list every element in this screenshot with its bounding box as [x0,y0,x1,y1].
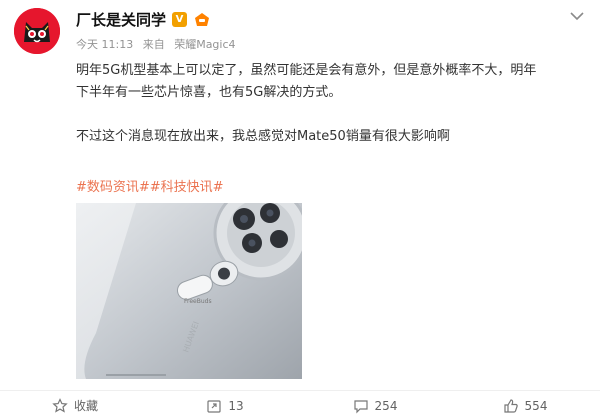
post-line: 明年5G机型基本上可以定了，虽然可能还是会有意外，但是意外概率不大，明年 [76,63,537,78]
post-body: 明年5G机型基本上可以定了，虽然可能还是会有意外，但是意外概率不大，明年 下半年… [76,60,586,148]
member-badge-icon[interactable] [193,12,211,27]
post-line: 下半年有一些芯片惊喜，也有5G解决的方式。 [76,85,342,100]
comment-count: 254 [374,398,398,413]
action-bar: 收藏 13 254 554 [0,391,600,420]
share-arrow-icon [207,399,221,413]
thumbs-up-icon [503,398,518,413]
source-device[interactable]: 荣耀Magic4 [174,38,235,51]
more-options-chevron-icon[interactable] [568,8,586,22]
like-button[interactable]: 554 [450,391,600,420]
phone-photo-illustration: FreeBuds HUAWEI [76,203,302,379]
favorite-label: 收藏 [73,399,98,413]
post-image[interactable]: FreeBuds HUAWEI [76,203,302,379]
comment-bubble-icon [353,399,368,413]
post-line: 不过这个消息现在放出来，我总感觉对Mate50销量有很大影响啊 [76,129,450,144]
avatar[interactable] [14,8,60,54]
post-time[interactable]: 今天 11:13 [76,38,133,51]
cat-mascot-icon [14,8,60,54]
post-meta: 今天 11:13 来自 荣耀Magic4 [76,36,242,52]
author-row: 厂长是关同学 V [76,8,211,30]
author-name[interactable]: 厂长是关同学 [76,9,166,30]
hashtag-links[interactable]: #数码资讯##科技快讯# [76,176,224,195]
star-icon [52,397,68,413]
source-prefix: 来自 [142,38,165,51]
comment-button[interactable]: 254 [300,391,450,420]
favorite-button[interactable]: 收藏 [0,391,150,420]
repost-button[interactable]: 13 [150,391,300,420]
repost-count: 13 [228,398,244,413]
v-verified-icon: V [172,11,188,27]
like-count: 554 [524,398,548,413]
earbud-label: FreeBuds [184,298,212,305]
